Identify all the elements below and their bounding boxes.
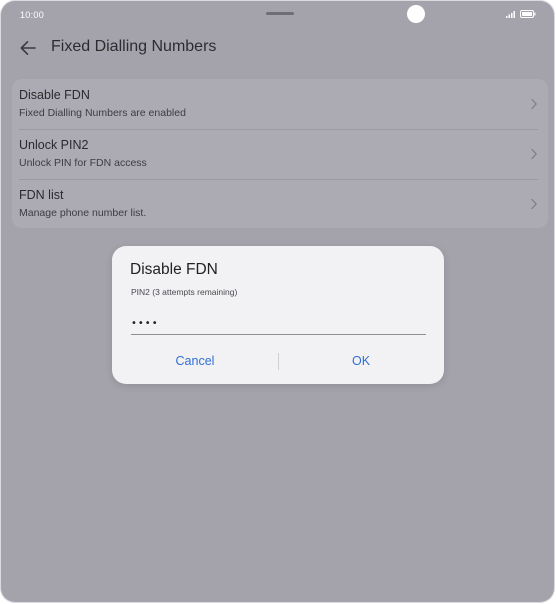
- status-icons: [506, 10, 536, 18]
- settings-item-title: FDN list: [19, 188, 64, 202]
- settings-item-title: Disable FDN: [19, 88, 90, 102]
- dialog-actions: Cancel OK: [112, 350, 444, 372]
- settings-list: Disable FDN Fixed Dialling Numbers are e…: [12, 79, 548, 228]
- settings-item-unlock-pin2[interactable]: Unlock PIN2 Unlock PIN for FDN access: [12, 129, 548, 179]
- disable-fdn-dialog: Disable FDN PIN2 (3 attempts remaining) …: [112, 246, 444, 384]
- settings-item-subtitle: Manage phone number list.: [19, 207, 147, 219]
- status-time: 10:00: [20, 10, 45, 20]
- status-bar: 10:00: [1, 1, 554, 29]
- pin2-input[interactable]: [131, 312, 426, 335]
- chevron-right-icon: [531, 148, 537, 160]
- settings-item-fdn-list[interactable]: FDN list Manage phone number list.: [12, 179, 548, 228]
- settings-item-subtitle: Unlock PIN for FDN access: [19, 157, 147, 169]
- dialog-title: Disable FDN: [130, 261, 218, 278]
- chevron-right-icon: [531, 98, 537, 110]
- dialog-subtitle: PIN2 (3 attempts remaining): [131, 287, 238, 297]
- page-title: Fixed Dialling Numbers: [51, 38, 217, 55]
- ok-button[interactable]: OK: [278, 350, 444, 372]
- cancel-button[interactable]: Cancel: [112, 350, 278, 372]
- app-bar: Fixed Dialling Numbers: [1, 29, 554, 69]
- settings-item-disable-fdn[interactable]: Disable FDN Fixed Dialling Numbers are e…: [12, 79, 548, 129]
- arrow-left-icon[interactable]: [18, 38, 38, 58]
- signal-icon: [506, 11, 515, 18]
- settings-item-title: Unlock PIN2: [19, 138, 89, 152]
- chevron-right-icon: [531, 198, 537, 210]
- settings-item-subtitle: Fixed Dialling Numbers are enabled: [19, 107, 186, 119]
- phone-screen: 10:00 Fixed Dialling Numbers Disable FDN: [1, 1, 554, 602]
- drag-handle: [266, 12, 294, 15]
- camera-cutout: [407, 5, 425, 23]
- battery-icon: [520, 10, 536, 18]
